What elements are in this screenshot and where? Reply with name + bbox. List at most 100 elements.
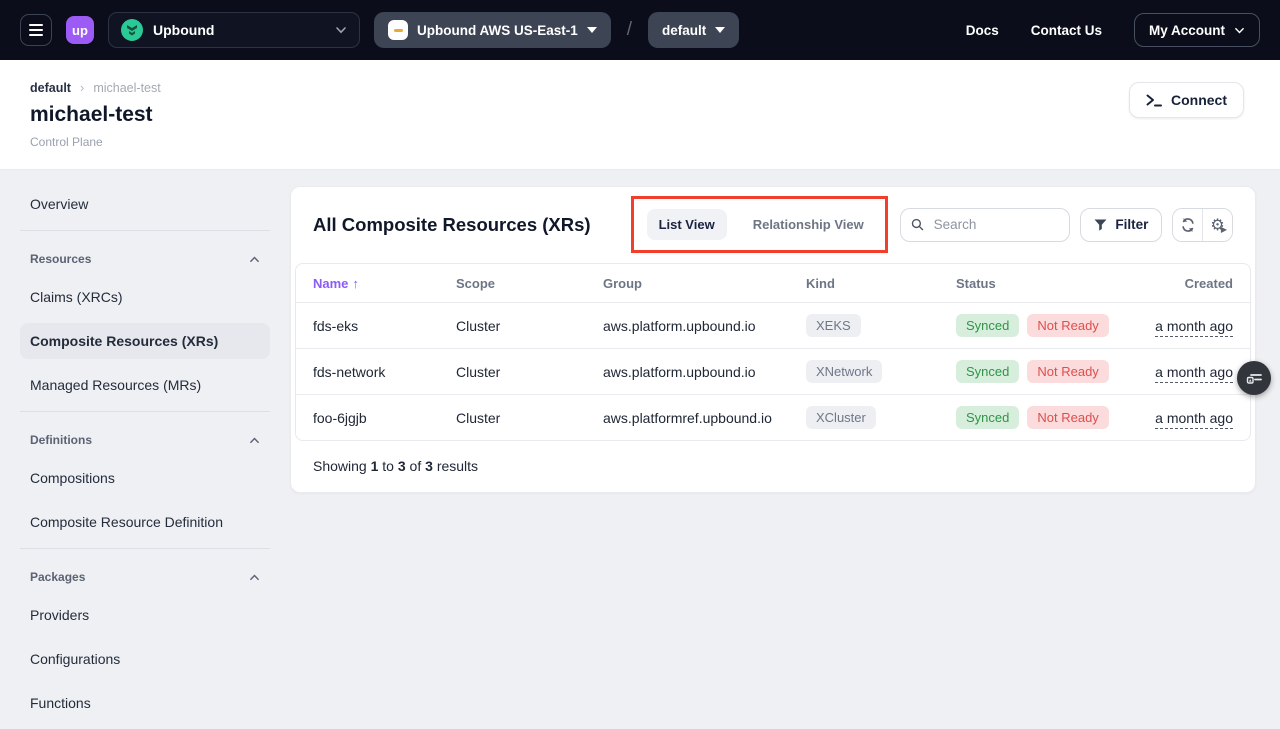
kind-badge: XNetwork [806,360,882,383]
my-account-label: My Account [1149,23,1225,38]
table-row[interactable]: foo-6jgjb Cluster aws.platformref.upboun… [296,394,1250,440]
cell-group: aws.platform.upbound.io [603,318,806,334]
sidebar-section-definitions[interactable]: Definitions [20,427,270,453]
terminal-icon [1146,94,1162,107]
results-summary: Showing 1 to 3 of 3 results [291,441,1255,492]
refresh-button[interactable] [1173,209,1202,241]
cell-kind: XCluster [806,406,956,429]
sidebar-item-composite-resource-definition[interactable]: Composite Resource Definition [20,504,270,540]
card-title: All Composite Resources (XRs) [313,214,591,236]
cell-created: a month ago [1146,410,1233,426]
feedback-form-icon [1246,371,1263,386]
group-switcher[interactable]: default [648,12,739,48]
search-input[interactable] [932,216,1060,233]
cell-scope: Cluster [456,318,603,334]
control-plane-switcher[interactable]: Upbound AWS US-East-1 [374,12,611,48]
column-header-group[interactable]: Group [603,276,806,291]
menu-button[interactable] [20,14,52,46]
synced-badge: Synced [956,314,1019,337]
cell-kind: XEKS [806,314,956,337]
org-switcher-label: Upbound [153,22,325,38]
cell-scope: Cluster [456,410,603,426]
list-view-tab[interactable]: List View [647,209,727,240]
cell-scope: Cluster [456,364,603,380]
sort-ascending-icon: ↑ [352,276,359,291]
cell-created: a month ago [1146,318,1233,334]
synced-badge: Synced [956,360,1019,383]
resources-table: Name ↑ Scope Group Kind Status Created f… [295,263,1251,441]
page-header: default › michael-test michael-test Cont… [0,60,1280,170]
not-ready-badge: Not Ready [1027,406,1108,429]
column-header-status[interactable]: Status [956,276,1146,291]
cell-status: Synced Not Ready [956,314,1146,337]
sidebar-divider [20,548,270,549]
card-header: All Composite Resources (XRs) List View … [291,187,1255,263]
table-row[interactable]: fds-eks Cluster aws.platform.upbound.io … [296,302,1250,348]
path-separator: / [627,19,632,41]
chevron-down-icon [335,25,347,35]
column-header-created[interactable]: Created [1146,276,1233,291]
sidebar-item-functions[interactable]: Functions [20,685,270,721]
breadcrumb-separator-icon: › [80,80,84,95]
top-navbar: up Upbound Upbound AWS US-East-1 / defau… [0,0,1280,60]
caret-down-icon [587,27,597,33]
sidebar-section-packages[interactable]: Packages [20,564,270,590]
chevron-up-icon [249,436,260,445]
page-title: michael-test [30,103,1280,127]
column-header-kind[interactable]: Kind [806,276,956,291]
section-label: Resources [30,252,91,266]
sidebar-item-providers[interactable]: Providers [20,597,270,633]
section-label: Packages [30,570,85,584]
content-area: Overview Resources Claims (XRCs) Composi… [0,170,1280,720]
sidebar-item-composite-resources[interactable]: Composite Resources (XRs) [20,323,270,359]
upbound-logo[interactable]: up [66,16,94,44]
control-plane-icon [388,20,408,40]
cell-group: aws.platform.upbound.io [603,364,806,380]
column-header-scope[interactable]: Scope [456,276,603,291]
sidebar-item-configurations[interactable]: Configurations [20,641,270,677]
section-label: Definitions [30,433,92,447]
my-account-button[interactable]: My Account [1134,13,1260,47]
chevron-down-icon [1234,26,1245,35]
breadcrumb-root-link[interactable]: default [30,81,71,95]
cell-status: Synced Not Ready [956,360,1146,383]
cell-kind: XNetwork [806,360,956,383]
org-switcher[interactable]: Upbound [108,12,360,48]
sidebar-item-compositions[interactable]: Compositions [20,460,270,496]
kind-badge: XCluster [806,406,876,429]
column-header-name[interactable]: Name ↑ [313,276,456,291]
sidebar-item-managed-resources[interactable]: Managed Resources (MRs) [20,367,270,403]
chevron-up-icon [249,573,260,582]
relationship-view-tab[interactable]: Relationship View [741,209,876,240]
breadcrumb: default › michael-test [30,80,1280,95]
contact-us-link[interactable]: Contact Us [1031,23,1102,38]
synced-badge: Synced [956,406,1019,429]
table-header-row: Name ↑ Scope Group Kind Status Created [296,264,1250,302]
table-row[interactable]: fds-network Cluster aws.platform.upbound… [296,348,1250,394]
sidebar-divider [20,230,270,231]
not-ready-badge: Not Ready [1027,360,1108,383]
feedback-widget-button[interactable] [1237,361,1271,395]
org-avatar-icon [121,19,143,41]
cell-created: a month ago [1146,364,1233,380]
cell-name: fds-eks [313,318,456,334]
caret-down-icon [715,27,725,33]
sidebar: Overview Resources Claims (XRCs) Composi… [20,186,270,729]
search-icon [911,217,924,232]
filter-button-label: Filter [1115,217,1148,232]
page-subtitle: Control Plane [30,135,1280,149]
cell-status: Synced Not Ready [956,406,1146,429]
composite-resources-card: All Composite Resources (XRs) List View … [290,186,1256,493]
sidebar-item-claims[interactable]: Claims (XRCs) [20,279,270,315]
auto-refresh-settings-button[interactable]: ⚙ ▶ [1203,209,1232,241]
filter-button[interactable]: Filter [1080,208,1162,242]
sidebar-divider [20,411,270,412]
play-icon: ▶ [1221,225,1227,234]
docs-link[interactable]: Docs [966,23,999,38]
sidebar-item-overview[interactable]: Overview [20,186,270,222]
connect-button[interactable]: Connect [1129,82,1244,118]
group-switcher-label: default [662,23,706,38]
cell-name: foo-6jgjb [313,410,456,426]
sidebar-section-resources[interactable]: Resources [20,246,270,272]
cell-name: fds-network [313,364,456,380]
